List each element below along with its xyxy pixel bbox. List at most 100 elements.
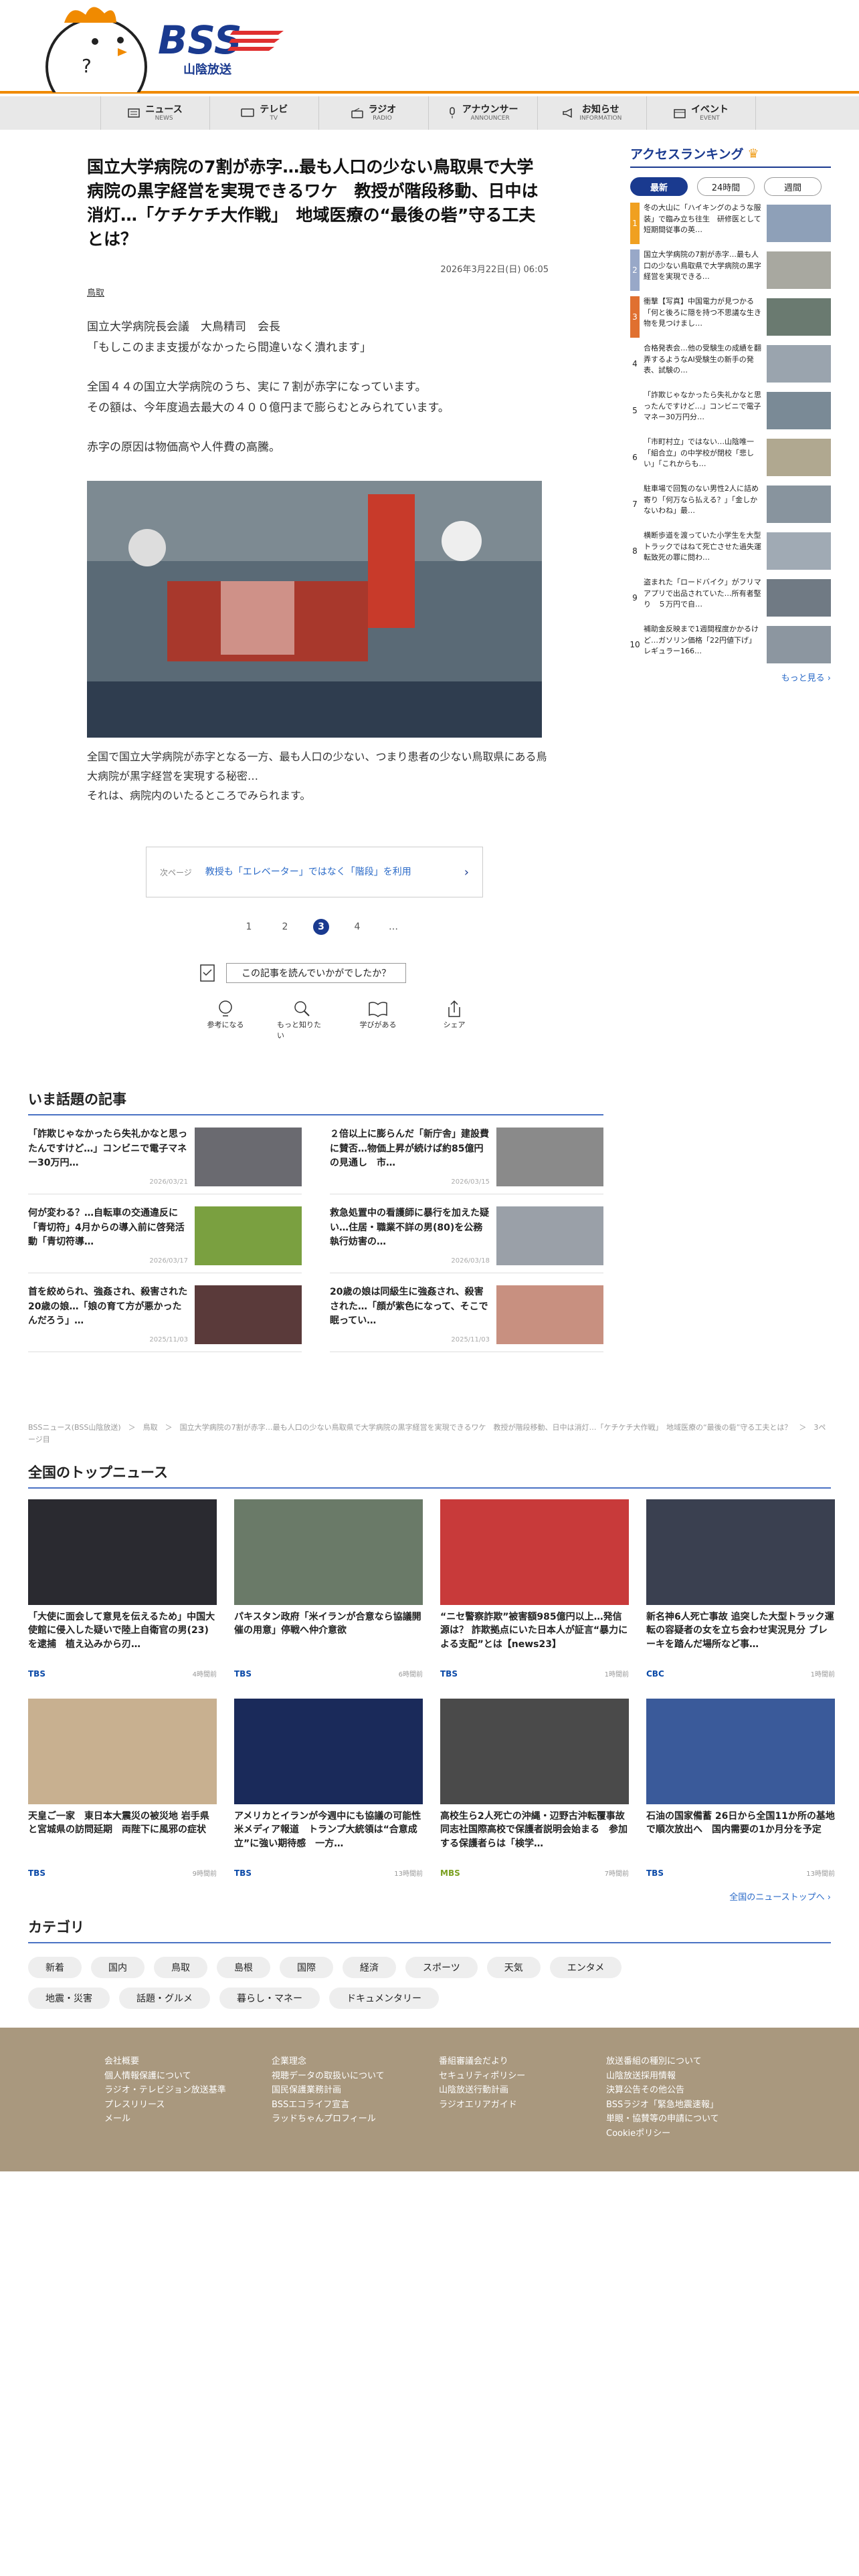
ranking-thumbnail xyxy=(767,345,831,383)
nav-radio[interactable]: ラジオ RADIO xyxy=(318,96,427,130)
mascot-logo[interactable]: ? xyxy=(37,0,151,92)
footer-link[interactable]: ラジオエリアガイド xyxy=(439,2098,599,2113)
ranking-item[interactable]: 2 国立大学病院の7割が赤字…最も人口の少ない鳥取県で大学病院の黒字経営を実現でき… xyxy=(630,249,831,291)
trending-date: 2026/03/15 xyxy=(451,1178,490,1186)
reaction-helpful[interactable]: 参考になる xyxy=(201,999,250,1041)
top-news-headline: “ニセ警察詐欺”被害額985億円以上…発信源は？ 詐欺拠点にいた日本人が証言“暴… xyxy=(440,1612,628,1650)
trending-date: 2025/11/03 xyxy=(451,1336,490,1344)
category-chip[interactable]: 島根 xyxy=(217,1957,270,1978)
trending-item[interactable]: 何が変わる？…自転車の交通違反に「青切符」4月からの導入前に啓発活動「青切符導…… xyxy=(28,1194,302,1273)
ranking-item[interactable]: 10 補助金反映まで1週間程度かかるけど…ガソリン価格「22円値下げ」レギュラー1… xyxy=(630,624,831,665)
ranking-item[interactable]: 1 冬の大山に「ハイキングのような服装」で臨み立ち往生 研修医として短期間従事の英… xyxy=(630,203,831,244)
news-icon xyxy=(128,108,140,118)
ranking-tab-latest[interactable]: 最新 xyxy=(630,177,688,196)
bss-logo[interactable]: BSS 山陰放送 xyxy=(154,16,288,83)
category-chip[interactable]: 国内 xyxy=(91,1957,145,1978)
radio-icon xyxy=(351,108,363,118)
ranking-item[interactable]: 5 「詐欺じゃなかったら失礼かなと思ったんですけど…」コンビニで電子マネー30万円… xyxy=(630,390,831,431)
nav-event[interactable]: イベント EVENT xyxy=(646,96,757,130)
trending-item[interactable]: 救急処置中の看護師に暴行を加えた疑い…住居・職業不詳の男(80)を公務執行妨害の… xyxy=(330,1194,603,1273)
category-chip[interactable]: エンタメ xyxy=(549,1957,622,1978)
ranking-tab-weekly[interactable]: 週間 xyxy=(764,177,822,196)
category-chip[interactable]: 鳥取 xyxy=(154,1957,207,1978)
footer-link[interactable]: BSSラジオ「緊急地震速報」 xyxy=(606,2098,767,2113)
nav-news[interactable]: ニュース NEWS xyxy=(100,96,209,130)
ranking-item[interactable]: 3 衝撃【写真】中国電力が見つかる「何と後ろに隠を持つ不思議な生き物を見つけまし… xyxy=(630,296,831,338)
reaction-learn-more[interactable]: もっと知りたい xyxy=(277,999,326,1041)
top-news-card[interactable]: 高校生ら2人死亡の沖縄・辺野古沖転覆事故 同志社国際高校で保護者説明会始まる 参… xyxy=(440,1699,629,1878)
ranking-tab-24h[interactable]: 24時間 xyxy=(697,177,755,196)
footer-link[interactable]: 企業理念 xyxy=(272,2054,432,2069)
nav-information[interactable]: お知らせ INFORMATION xyxy=(537,96,646,130)
footer-link[interactable]: 視聴データの取扱いについて xyxy=(272,2069,432,2084)
top-news-card[interactable]: 天皇ご一家 東日本大震災の被災地 岩手県と宮城県の訪問延期 両陛下に風邪の症状 T… xyxy=(28,1699,217,1878)
footer-link[interactable]: 番組審議会だより xyxy=(439,2054,599,2069)
top-news-time: 4時間前 xyxy=(192,1671,217,1679)
nav-tv[interactable]: テレビ TV xyxy=(209,96,318,130)
ranking-more-link[interactable]: もっと見る › xyxy=(630,671,831,683)
trending-headline: 「詐欺じゃなかったら失礼かなと思ったんですけど…」コンビニで電子マネー30万円… xyxy=(28,1129,187,1169)
ranking-item[interactable]: 9 盗まれた「ロードバイク」がフリマアプリで出品されていた…所有者堅り ５万円で自… xyxy=(630,577,831,619)
footer-link[interactable]: 会社概要 xyxy=(104,2054,265,2069)
trending-item[interactable]: 首を絞められ、強姦され、殺害された20歳の娘…「娘の育て方が悪かったんだろう」…… xyxy=(28,1273,302,1352)
footer-link[interactable]: 国民保護業務計画 xyxy=(272,2083,432,2098)
footer-link[interactable]: 決算公告その他公告 xyxy=(606,2083,767,2098)
ranking-number: 1 xyxy=(630,203,640,244)
footer-link[interactable]: 山陰放送行動計画 xyxy=(439,2083,599,2098)
category-chip[interactable]: 暮らし・マネー xyxy=(219,1988,320,2009)
trending-item[interactable]: 「詐欺じゃなかったら失礼かなと思ったんですけど…」コンビニで電子マネー30万円…… xyxy=(28,1115,302,1194)
footer-link[interactable]: 山陰放送採用情報 xyxy=(606,2069,767,2084)
page-link[interactable]: 1 xyxy=(241,919,257,935)
footer-link[interactable]: ラッドちゃんプロフィール xyxy=(272,2112,432,2127)
trending-item[interactable]: ２倍以上に膨らんだ「新庁舎」建設費に賛否…物価上昇が続けば約85億円の見通し 市… xyxy=(330,1115,603,1194)
footer-link[interactable]: プレスリリース xyxy=(104,2098,265,2113)
footer-link[interactable]: 単眼・協賛等の申請について xyxy=(606,2112,767,2127)
top-news-card[interactable]: 新名神6人死亡事故 追突した大型トラック運転の容疑者の女を立ち会わせ実況見分 ブ… xyxy=(646,1499,835,1679)
top-news-headline: 石油の国家備蓄 26日から全国11か所の基地で順次放出へ 国内需要の1か月分を予… xyxy=(646,1811,835,1836)
footer-link[interactable]: 個人情報保護について xyxy=(104,2069,265,2084)
top-news-headline: アメリカとイランが今週中にも協議の可能性 米メディア報道 トランプ大統領は“合意… xyxy=(234,1811,421,1849)
category-chip[interactable]: 天気 xyxy=(486,1957,541,1978)
footer-link[interactable]: Cookieポリシー xyxy=(606,2127,767,2141)
next-page-link[interactable]: 次ページ 教授も「エレベーター」ではなく「階段」を利用 › xyxy=(146,847,483,897)
reaction-insightful[interactable]: 学びがある xyxy=(353,999,403,1041)
page-link[interactable]: 2 xyxy=(277,919,293,935)
ranking-headline: 国立大学病院の7割が赤字…最も人口の少ない鳥取県で大学病院の黒字経営を実現できる… xyxy=(644,250,761,281)
top-news-time: 13時間前 xyxy=(394,1870,423,1878)
top-news-card[interactable]: “ニセ警察詐欺”被害額985億円以上…発信源は？ 詐欺拠点にいた日本人が証言“暴… xyxy=(440,1499,629,1679)
footer-link[interactable]: 放送番組の種別について xyxy=(606,2054,767,2069)
top-news-thumbnail xyxy=(28,1499,217,1605)
footer-link[interactable]: メール xyxy=(104,2112,265,2127)
article: 国立大学病院の7割が赤字…最も人口の少ない鳥取県で大学病院の黒字経営を実現できる… xyxy=(87,155,549,897)
ranking-thumbnail xyxy=(767,486,831,523)
breadcrumb[interactable]: BSSニュース(BSS山陰放送) ＞ 鳥取 ＞ 国立大学病院の7割が赤字…最も人… xyxy=(28,1422,831,1445)
ranking-item[interactable]: 6 「市町村立」ではない…山陰唯一「組合立」の中学校が閉校「悲しい」「これからも… xyxy=(630,437,831,478)
ranking-item[interactable]: 7 駐車場で回覧のない男性2人に詰め寄り「何万なら払える？」「金しかないわね」最… xyxy=(630,484,831,525)
footer-link[interactable]: ラジオ・テレビジョン放送基準 xyxy=(104,2083,265,2098)
trending-item[interactable]: 20歳の娘は同級生に強姦され、殺害された…「顔が紫色になって、そこで眠ってい… 2… xyxy=(330,1273,603,1352)
footer-link[interactable]: BSSエコライフ宣言 xyxy=(272,2098,432,2113)
top-news-more-link[interactable]: 全国のニューストップへ › xyxy=(28,1890,831,1903)
ranking-headline: 「市町村立」ではない…山陰唯一「組合立」の中学校が閉校「悲しい」「これからも… xyxy=(644,437,754,468)
ranking-item[interactable]: 8 横断歩道を渡っていた小学生を大型トラックではねて死亡させた過失運転致死の罪に問… xyxy=(630,530,831,572)
top-news-card[interactable]: アメリカとイランが今週中にも協議の可能性 米メディア報道 トランプ大統領は“合意… xyxy=(234,1699,423,1878)
top-news-time: 9時間前 xyxy=(192,1870,217,1878)
category-chip[interactable]: スポーツ xyxy=(405,1957,478,1978)
top-news-card[interactable]: パキスタン政府「米イランが合意なら協議開催の用意」停戦へ仲介意欲 TBS 6時間前 xyxy=(234,1499,423,1679)
category-chip[interactable]: 話題・グルメ xyxy=(119,1988,210,2009)
category-chip[interactable]: 新着 xyxy=(28,1957,82,1978)
category-chip[interactable]: 国際 xyxy=(280,1957,333,1978)
share-button[interactable]: シェア xyxy=(430,999,479,1041)
category-chip[interactable]: 地震・災害 xyxy=(28,1988,110,2009)
article-category-link[interactable]: 鳥取 xyxy=(87,286,549,298)
top-news-card[interactable]: 「大使に面会して意見を伝えるため」中国大使館に侵入した疑いで陸上自衛官の男(23… xyxy=(28,1499,217,1679)
top-news-card[interactable]: 石油の国家備蓄 26日から全国11か所の基地で順次放出へ 国内需要の1か月分を予… xyxy=(646,1699,835,1878)
footer-link[interactable]: セキュリティポリシー xyxy=(439,2069,599,2084)
category-chip[interactable]: ドキュメンタリー xyxy=(329,1988,439,2009)
ranking-item[interactable]: 4 合格発表会…他の受験生の成績を翻弄するようなAI受験生の新手の発表、試験の… xyxy=(630,343,831,385)
category-chip[interactable]: 経済 xyxy=(343,1957,396,1978)
nav-announcer[interactable]: アナウンサー ANNOUNCER xyxy=(427,96,537,130)
page-link[interactable]: 4 xyxy=(349,919,365,935)
ranking-thumbnail xyxy=(767,392,831,429)
site-footer: 会社概要 個人情報保護について ラジオ・テレビジョン放送基準 プレスリリース メール 企… xyxy=(0,2028,859,2171)
